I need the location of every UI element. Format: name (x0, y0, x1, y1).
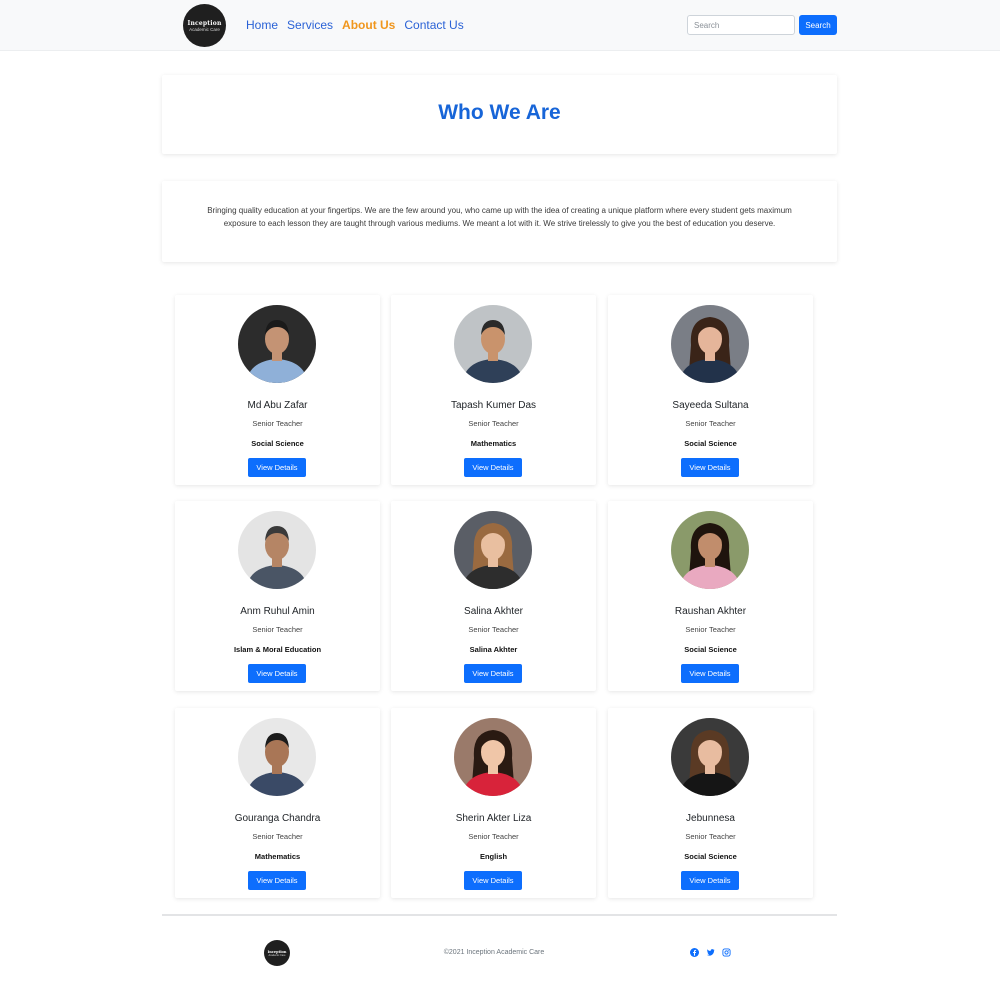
teacher-card: Jebunnesa Senior Teacher Social Science Vie… (608, 708, 813, 898)
teacher-photo (454, 305, 532, 383)
view-details-button[interactable]: View Details (681, 458, 739, 477)
teacher-name: Gouranga Chandra (234, 813, 321, 824)
intro-card: Bringing quality education at your finge… (162, 181, 837, 262)
teacher-photo (238, 718, 316, 796)
teacher-name: Salina Akhter (464, 606, 523, 617)
teacher-name: Anm Ruhul Amin (240, 606, 315, 617)
nav-contact-us[interactable]: Contact Us (404, 17, 463, 33)
hero-card: Who We Are (162, 75, 837, 154)
nav-home[interactable]: Home (246, 17, 278, 33)
teacher-card: Anm Ruhul Amin Senior Teacher Islam & Mora… (175, 501, 380, 691)
teacher-photo (238, 305, 316, 383)
teacher-card: Salina Akhter Senior Teacher Salina Akhter… (391, 501, 596, 691)
teacher-subject: Salina Akhter (469, 645, 518, 654)
nav-about-us[interactable]: About Us (342, 17, 395, 33)
teacher-name: Sayeeda Sultana (672, 400, 749, 411)
logo-title: Inception (187, 19, 222, 27)
teacher-card: Tapash Kumer Das Senior Teacher Mathematic… (391, 295, 596, 485)
social-links (690, 948, 731, 957)
teacher-photo (454, 718, 532, 796)
teacher-card: Md Abu Zafar Senior Teacher Social Science… (175, 295, 380, 485)
intro-text: Bringing quality education at your finge… (207, 206, 792, 228)
view-details-button[interactable]: View Details (248, 664, 306, 683)
search-input[interactable] (687, 15, 795, 35)
logo-subtitle: Academic Care (189, 26, 220, 32)
teacher-subject: Islam & Moral Education (233, 645, 322, 654)
view-details-button[interactable]: View Details (681, 871, 739, 890)
teacher-photo (671, 305, 749, 383)
teacher-photo (671, 718, 749, 796)
footer-logo-subtitle: Academic Care (268, 953, 286, 957)
teacher-subject: Social Science (684, 645, 737, 654)
search-button[interactable]: Search (799, 15, 837, 35)
teacher-name: Sherin Akter Liza (455, 813, 532, 824)
teacher-subject: Social Science (684, 439, 737, 448)
teacher-subject: Social Science (251, 439, 304, 448)
teacher-subject: English (479, 852, 508, 861)
view-details-button[interactable]: View Details (464, 664, 522, 683)
view-details-button[interactable]: View Details (464, 458, 522, 477)
teacher-card: Raushan Akhter Senior Teacher Social Scien… (608, 501, 813, 691)
copyright-text: ©2021 Inception Academic Care (443, 949, 545, 956)
footer-logo[interactable]: Inception Academic Care (264, 940, 290, 966)
teacher-role: Senior Teacher (468, 832, 519, 841)
teacher-role: Senior Teacher (252, 832, 303, 841)
view-details-button[interactable]: View Details (248, 871, 306, 890)
teacher-subject: Mathematics (254, 852, 301, 861)
teacher-role: Senior Teacher (252, 419, 303, 428)
teacher-subject: Mathematics (470, 439, 517, 448)
teacher-role: Senior Teacher (252, 625, 303, 634)
teacher-role: Senior Teacher (685, 832, 736, 841)
teacher-role: Senior Teacher (685, 625, 736, 634)
teacher-subject: Social Science (684, 852, 737, 861)
teacher-role: Senior Teacher (468, 419, 519, 428)
logo[interactable]: Inception Academic Care (183, 4, 226, 47)
footer-divider (162, 914, 837, 916)
teacher-name: Jebunnesa (686, 813, 735, 824)
teacher-photo (238, 511, 316, 589)
view-details-button[interactable]: View Details (681, 664, 739, 683)
teacher-photo (671, 511, 749, 589)
teacher-card: Sayeeda Sultana Senior Teacher Social Scie… (608, 295, 813, 485)
teacher-card: Gouranga Chandra Senior Teacher Mathematic… (175, 708, 380, 898)
nav-links: Home Services About Us Contact Us (246, 17, 464, 33)
facebook-icon[interactable] (690, 948, 699, 957)
view-details-button[interactable]: View Details (464, 871, 522, 890)
instagram-icon[interactable] (722, 948, 731, 957)
navbar: Inception Academic Care Home Services Ab… (0, 0, 1000, 51)
page-title: Who We Are (438, 101, 561, 124)
teacher-card: Sherin Akter Liza Senior Teacher English Vi… (391, 708, 596, 898)
twitter-icon[interactable] (706, 948, 715, 957)
teacher-name: Tapash Kumer Das (450, 400, 537, 411)
teacher-photo (454, 511, 532, 589)
teacher-role: Senior Teacher (685, 419, 736, 428)
teacher-role: Senior Teacher (468, 625, 519, 634)
view-details-button[interactable]: View Details (248, 458, 306, 477)
teacher-name: Raushan Akhter (674, 606, 747, 617)
nav-services[interactable]: Services (287, 17, 333, 33)
teacher-name: Md Abu Zafar (247, 400, 308, 411)
